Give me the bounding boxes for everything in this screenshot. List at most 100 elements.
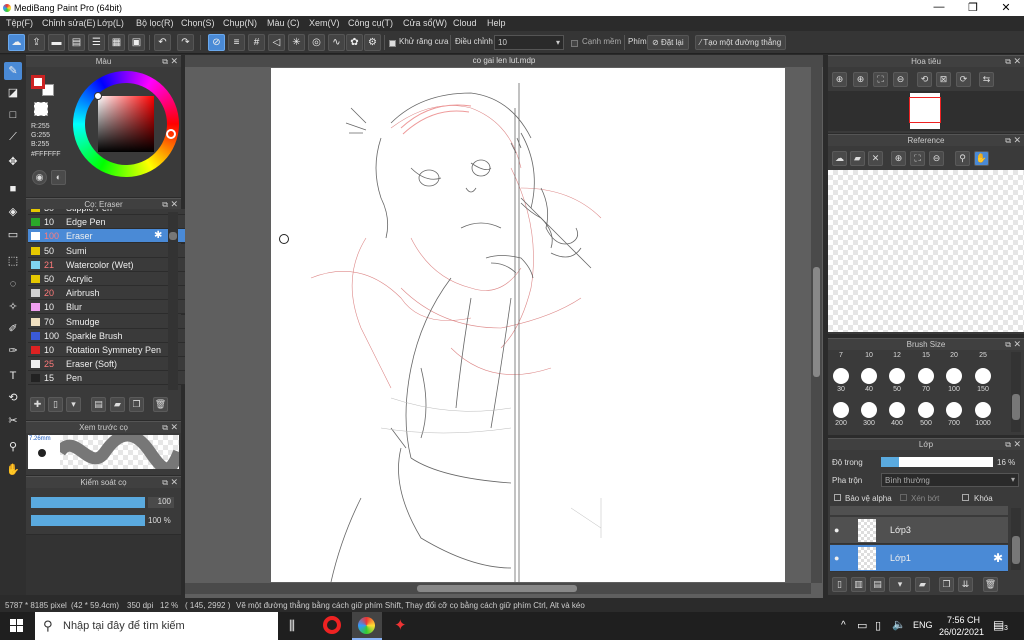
menu-tools[interactable]: Công cụ(T) <box>348 18 393 28</box>
new-8bit-layer-icon[interactable]: ▤ <box>870 577 885 592</box>
brush-list-scrollbar[interactable] <box>168 212 178 390</box>
delete-layer-icon[interactable]: 🗑 <box>983 577 998 592</box>
brush-size-slider[interactable] <box>31 497 145 508</box>
transparent-color-swatch[interactable] <box>34 102 48 116</box>
clipping-checkbox[interactable] <box>900 494 907 501</box>
reference-fit-icon[interactable]: ⛶ <box>910 151 925 166</box>
layer-folder-icon[interactable]: ▰ <box>915 577 930 592</box>
hue-picker-handle[interactable] <box>166 129 176 139</box>
brush-item[interactable]: 100 Sparkle Brush <box>28 328 190 343</box>
scrollbar-thumb[interactable] <box>1012 536 1020 564</box>
snap-grid-icon[interactable]: # <box>248 34 265 51</box>
zoom-in-alt-icon[interactable]: ⊕ <box>853 72 868 87</box>
blend-mode-select[interactable]: Bình thường ▾ <box>881 473 1019 487</box>
brush-opacity-slider[interactable] <box>31 515 145 526</box>
snap-perspective-icon[interactable]: ◁ <box>268 34 285 51</box>
antialias-checkbox[interactable] <box>389 40 396 47</box>
correction-select[interactable]: 10 ▾ <box>494 35 564 50</box>
delete-brush-icon[interactable]: 🗑 <box>153 397 168 412</box>
rotate-left-icon[interactable]: ⟲ <box>917 72 932 87</box>
brush-item[interactable]: 100 Eraser ✱ <box>28 229 190 244</box>
minimize-button[interactable]: — <box>924 1 954 15</box>
brush-item[interactable]: 15 Pen <box>28 371 190 386</box>
eraser-tool-icon[interactable]: ◪ <box>4 84 22 102</box>
snap-settings-icon[interactable]: ✿ <box>346 34 363 51</box>
menu-color[interactable]: Màu (C) <box>267 18 300 28</box>
brush-item[interactable]: 70 Smudge <box>28 314 190 329</box>
brush-item[interactable]: 30 Stipple Pen <box>28 209 190 215</box>
protect-alpha-checkbox[interactable] <box>834 494 841 501</box>
menu-file[interactable]: Tệp(F) <box>6 18 33 28</box>
settings-gear-icon[interactable]: ⚙ <box>364 34 381 51</box>
scrollbar-thumb[interactable] <box>417 585 577 592</box>
color-history-icon[interactable]: ◐ <box>51 170 66 185</box>
network-icon[interactable]: ▭ <box>857 619 867 632</box>
zoom-out-icon[interactable]: ⊖ <box>893 72 908 87</box>
scrollbar-thumb[interactable] <box>1012 394 1020 420</box>
layer-settings-icon[interactable]: ✱ <box>993 551 1003 565</box>
layer-row[interactable]: ● Lớp1 ✱ <box>830 545 1008 572</box>
list-icon[interactable]: ☰ <box>88 34 105 51</box>
menu-cloud[interactable]: Cloud <box>453 18 477 28</box>
brush-item[interactable]: 20 Airbrush <box>28 286 190 301</box>
select-eraser-tool-icon[interactable]: ✑ <box>4 342 22 360</box>
line-tool-icon[interactable]: ⟋ <box>4 128 22 146</box>
eyedropper-tool-icon[interactable]: ⚲ <box>4 438 22 456</box>
maximize-button[interactable]: ❐ <box>958 1 988 15</box>
new-layer-icon[interactable]: ▯ <box>832 577 847 592</box>
rectangle-tool-icon[interactable]: □ <box>4 106 22 124</box>
document-tab[interactable]: co gai len lut.mdp <box>185 55 823 67</box>
clock-date[interactable]: 26/02/2021 <box>939 627 984 637</box>
drawing-paper[interactable] <box>271 68 785 582</box>
search-box[interactable]: ⚲ Nhập tại đây để tìm kiếm <box>35 612 278 640</box>
divide-tool-icon[interactable]: ✂ <box>4 412 22 430</box>
brush-size-preset[interactable] <box>946 402 962 418</box>
document-icon[interactable]: ▤ <box>68 34 85 51</box>
popout-icon[interactable]: ⧉ <box>1005 339 1011 350</box>
fill-rect-tool-icon[interactable]: ■ <box>4 180 22 198</box>
straight-line-button[interactable]: ⁄ Tạo một đường thẳng <box>695 35 787 50</box>
sv-picker-handle[interactable] <box>94 92 102 100</box>
select-pen-tool-icon[interactable]: ✐ <box>4 320 22 338</box>
bucket-tool-icon[interactable]: ◈ <box>4 203 22 221</box>
menu-edit[interactable]: Chỉnh sửa(E) <box>42 18 96 28</box>
select-tool-icon[interactable]: ⬚ <box>4 252 22 270</box>
fit-icon[interactable]: ⛶ <box>873 72 888 87</box>
brush-size-preset[interactable] <box>918 402 934 418</box>
brush-size-preset[interactable] <box>975 368 991 384</box>
brush-size-preset[interactable] <box>861 402 877 418</box>
menu-view[interactable]: Xem(V) <box>309 18 340 28</box>
popout-icon[interactable]: ⧉ <box>162 477 168 488</box>
layer-row-partial[interactable] <box>830 506 1008 515</box>
upload-icon[interactable]: ⇪ <box>28 34 45 51</box>
brush-item[interactable]: 10 Edge Pen <box>28 215 190 230</box>
reference-cloud-icon[interactable]: ☁ <box>832 151 847 166</box>
notification-icon[interactable]: ▤ <box>993 618 1004 632</box>
brush-size-preset[interactable] <box>861 368 877 384</box>
snap-circle-icon[interactable]: ◎ <box>308 34 325 51</box>
lasso-tool-icon[interactable]: ◌ <box>4 275 22 293</box>
primary-color-swatch[interactable] <box>31 75 45 89</box>
battery-icon[interactable]: ▯ <box>875 619 881 632</box>
new-halftone-layer-icon[interactable]: ▥ <box>851 577 866 592</box>
brush-menu-icon[interactable]: ▾ <box>66 397 81 412</box>
merge-layer-icon[interactable]: ⇊ <box>958 577 973 592</box>
reference-zoom-in-icon[interactable]: ⊕ <box>891 151 906 166</box>
popout-icon[interactable]: ⧉ <box>1005 135 1011 146</box>
snap-off-icon[interactable]: ⊘ <box>208 34 225 51</box>
undo-icon[interactable]: ↶ <box>154 34 171 51</box>
snap-curve-icon[interactable]: ∿ <box>328 34 345 51</box>
volume-icon[interactable]: 🔈 <box>892 618 906 631</box>
move-tool-icon[interactable]: ✥ <box>4 153 22 171</box>
fit-screen-icon[interactable]: ⊠ <box>936 72 951 87</box>
close-button[interactable]: ✕ <box>991 1 1021 15</box>
clock-time[interactable]: 7:56 CH <box>947 615 980 625</box>
reference-eyedropper-icon[interactable]: ⚲ <box>955 151 970 166</box>
panel-icon[interactable]: ▣ <box>128 34 145 51</box>
saturation-value-square[interactable] <box>98 96 154 152</box>
rotate-right-icon[interactable]: ⟳ <box>956 72 971 87</box>
redo-icon[interactable]: ↷ <box>177 34 194 51</box>
text-tool-icon[interactable]: T <box>4 367 22 385</box>
operation-tool-icon[interactable]: ⟲ <box>4 389 22 407</box>
visibility-eye-icon[interactable]: ● <box>834 526 842 535</box>
